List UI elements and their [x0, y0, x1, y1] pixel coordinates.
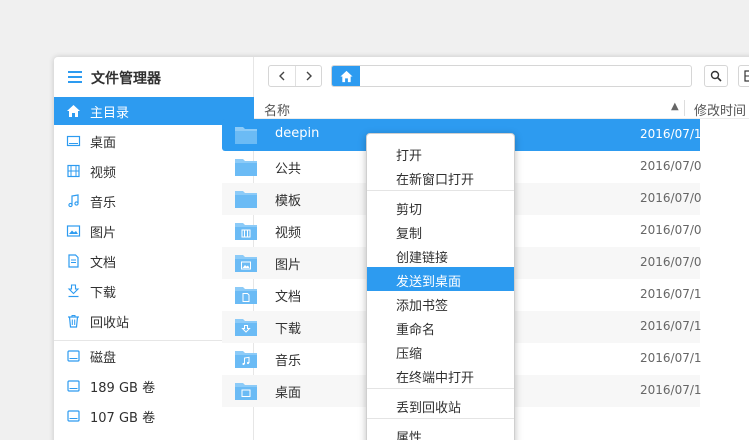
- sidebar-item-label: 桌面: [90, 136, 117, 151]
- menu-item-label: 添加书签: [396, 299, 449, 314]
- menu-item-create-link[interactable]: 创建链接: [367, 243, 514, 267]
- menu-item-label: 复制: [396, 227, 423, 242]
- menu-item-label: 丢到回收站: [396, 401, 462, 416]
- menu-item-label: 创建链接: [396, 251, 449, 266]
- sidebar-item-label: 主目录: [90, 106, 130, 121]
- menu-item-send-to-desktop[interactable]: 发送到桌面: [367, 267, 514, 291]
- folder-document-icon: [235, 287, 257, 304]
- disk-icon: [66, 349, 81, 363]
- sidebar-item-label: 回收站: [90, 316, 130, 331]
- folder-download-icon: [235, 319, 257, 336]
- menu-item-open-in-terminal[interactable]: 在终端中打开: [367, 363, 514, 387]
- menu-item-compress[interactable]: 压缩: [367, 339, 514, 363]
- folder-music-icon: [235, 351, 257, 368]
- menu-item-label: 重命名: [396, 323, 436, 338]
- view-mode-button[interactable]: [738, 65, 749, 87]
- sidebar-item-label: 189 GB 卷: [90, 381, 156, 396]
- menu-separator: [367, 418, 514, 419]
- document-icon: [66, 254, 81, 268]
- breadcrumb-home[interactable]: [332, 66, 360, 86]
- folder-icon: [235, 127, 257, 144]
- file-name: 图片: [275, 258, 302, 273]
- sort-ascending-icon[interactable]: ▲: [671, 101, 679, 112]
- menu-item-label: 在终端中打开: [396, 371, 475, 386]
- chevron-left-icon: [279, 71, 285, 81]
- chevron-right-icon: [306, 71, 312, 81]
- file-date: 2016/07/1: [640, 351, 702, 365]
- file-date: 2016/07/1: [640, 319, 702, 333]
- folder-icon: [235, 191, 257, 208]
- menu-item-label: 属性: [396, 431, 423, 440]
- file-name: 桌面: [275, 386, 302, 401]
- menu-item-move-to-trash[interactable]: 丢到回收站: [367, 393, 514, 417]
- forward-button[interactable]: [295, 66, 321, 86]
- folder-video-icon: [235, 223, 257, 240]
- menu-item-open[interactable]: 打开: [367, 141, 514, 165]
- file-name: 模板: [275, 194, 302, 209]
- sidebar-item-label: 音乐: [90, 196, 117, 211]
- column-header: 名称 ▲ 修改时间: [254, 97, 749, 119]
- download-icon: [66, 284, 81, 298]
- folder-desktop-icon: [235, 383, 257, 400]
- toolbar: [254, 57, 749, 97]
- search-button[interactable]: [704, 65, 728, 87]
- column-modified-header[interactable]: 修改时间: [694, 100, 746, 119]
- sidebar-item-label: 下载: [90, 286, 117, 301]
- video-icon: [66, 164, 81, 178]
- music-icon: [66, 194, 81, 208]
- menu-item-label: 压缩: [396, 347, 423, 362]
- trash-icon: [66, 314, 81, 328]
- menu-item-open-new-window[interactable]: 在新窗口打开: [367, 165, 514, 189]
- back-button[interactable]: [269, 66, 295, 86]
- menu-separator: [367, 190, 514, 191]
- file-date: 2016/07/0: [640, 191, 702, 205]
- menu-separator: [367, 388, 514, 389]
- sidebar-item-label: 文档: [90, 256, 117, 271]
- menu-item-copy[interactable]: 复制: [367, 219, 514, 243]
- disk-icon: [66, 379, 81, 393]
- home-icon: [339, 70, 353, 82]
- menu-item-label: 打开: [396, 149, 423, 164]
- sidebar-item-label: 视频: [90, 166, 117, 181]
- file-date: 2016/07/0: [640, 223, 702, 237]
- context-menu: 打开 在新窗口打开 剪切 复制 创建链接 发送到桌面 添加书签 重命名 压缩 在…: [366, 133, 515, 440]
- nav-buttons: [268, 65, 322, 87]
- sidebar-item-label: 磁盘: [90, 351, 117, 366]
- sidebar-item-label: 图片: [90, 226, 117, 241]
- menu-icon[interactable]: [68, 71, 82, 83]
- file-date: 2016/07/0: [640, 159, 702, 173]
- home-icon: [66, 104, 81, 118]
- search-icon: [710, 70, 722, 82]
- menu-item-cut[interactable]: 剪切: [367, 195, 514, 219]
- file-date: 2016/07/1: [640, 127, 702, 141]
- file-date: 2016/07/1: [640, 383, 702, 397]
- menu-item-rename[interactable]: 重命名: [367, 315, 514, 339]
- file-name: 下载: [275, 322, 302, 337]
- menu-item-label: 在新窗口打开: [396, 173, 475, 188]
- view-icon: [744, 70, 749, 82]
- menu-item-label: 剪切: [396, 203, 423, 218]
- column-name-header[interactable]: 名称: [264, 100, 290, 119]
- file-name: 公共: [275, 162, 302, 177]
- menu-item-label: 发送到桌面: [396, 275, 462, 290]
- folder-icon: [235, 159, 257, 176]
- file-name: deepin: [275, 126, 320, 141]
- file-name: 音乐: [275, 354, 302, 369]
- picture-icon: [66, 224, 81, 238]
- address-bar[interactable]: [331, 65, 692, 87]
- app-title: 文件管理器: [91, 71, 161, 87]
- sidebar-item-label: 107 GB 卷: [90, 411, 156, 426]
- column-separator[interactable]: [684, 100, 685, 116]
- app-title-bar: 文件管理器: [54, 57, 254, 97]
- disk-icon: [66, 409, 81, 423]
- folder-picture-icon: [235, 255, 257, 272]
- desktop-icon: [66, 134, 81, 148]
- file-name: 文档: [275, 290, 302, 305]
- file-date: 2016/07/0: [640, 255, 702, 269]
- menu-item-properties[interactable]: 属性: [367, 423, 514, 440]
- file-name: 视频: [275, 226, 302, 241]
- menu-item-add-bookmark[interactable]: 添加书签: [367, 291, 514, 315]
- file-date: 2016/07/1: [640, 287, 702, 301]
